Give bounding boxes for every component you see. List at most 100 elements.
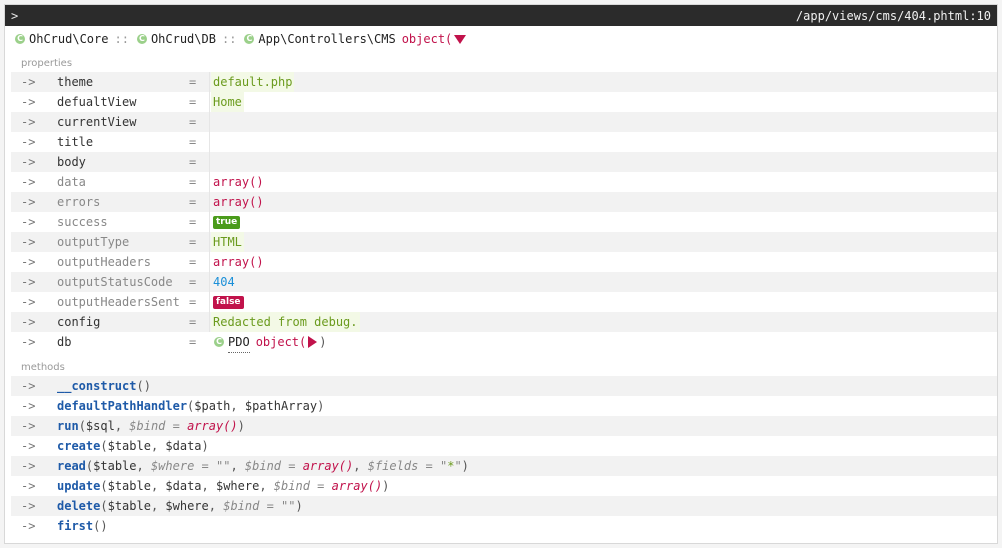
arrow-symbol: ->	[21, 335, 36, 349]
method-name[interactable]: run	[57, 419, 79, 433]
method-signature: ($table, $data, $where, $bind = array())	[100, 479, 389, 493]
default-array: array()	[302, 459, 354, 473]
property-row: -> theme = default.php	[11, 72, 997, 92]
param: $pathArray	[244, 399, 318, 413]
optional-param: $bind =	[129, 419, 188, 433]
comma: ,	[259, 479, 274, 493]
class-icon: C	[15, 34, 25, 44]
close-paren: )	[295, 499, 303, 513]
close-paren: )	[317, 399, 325, 413]
object-label: object(	[255, 335, 307, 349]
comma: ,	[136, 459, 151, 473]
property-key: outputHeadersSent	[57, 295, 180, 309]
property-key: success	[57, 215, 108, 229]
title-toggle[interactable]: >	[11, 9, 18, 23]
param: $path	[194, 399, 231, 413]
default-string: "	[454, 459, 462, 473]
method-row[interactable]: -> read ($table, $where = "", $bind = arra…	[11, 456, 997, 476]
arrow-symbol: ->	[21, 499, 36, 513]
arrow-symbol: ->	[21, 295, 36, 309]
expand-triangle-icon[interactable]	[308, 336, 318, 348]
property-row: -> errors = array()	[11, 192, 997, 212]
arrow-symbol: ->	[21, 235, 36, 249]
method-row[interactable]: -> run($sql, $bind = array())($sql, $bind…	[11, 416, 997, 436]
method-row[interactable]: ->first()()	[11, 516, 997, 536]
class-separator: ::	[114, 32, 129, 46]
close-paren: )	[237, 419, 245, 433]
property-value	[209, 152, 211, 172]
method-signature: ($path, $pathArray)	[187, 399, 324, 413]
arrow-symbol: ->	[21, 95, 36, 109]
comma: ,	[150, 499, 166, 513]
property-row: -> outputType = HTML	[11, 232, 997, 252]
arrow-symbol: ->	[21, 255, 36, 269]
open-paren: (	[136, 379, 144, 393]
arrow-symbol: ->	[21, 315, 36, 329]
method-name[interactable]: delete	[57, 499, 100, 513]
optional-param: $fields =	[367, 459, 440, 473]
method-name[interactable]: defaultPathHandler	[57, 399, 187, 413]
open-paren: (	[78, 419, 86, 433]
property-value	[209, 112, 211, 132]
method-row[interactable]: -> create($table, $data)($table, $data)	[11, 436, 997, 456]
property-value: Redacted from debug.	[209, 312, 360, 332]
equals-sign: =	[189, 275, 197, 289]
optional-param: $bind =	[244, 459, 303, 473]
property-row: -> title =	[11, 132, 997, 152]
arrow-symbol: ->	[21, 115, 36, 129]
method-name[interactable]: update	[57, 479, 100, 493]
collapse-triangle-icon[interactable]	[454, 34, 467, 44]
method-row[interactable]: -> update ($table, $data, $where, $bind = …	[11, 476, 997, 496]
method-row[interactable]: -> delete($table, $where, $bind = "")($ta…	[11, 496, 997, 516]
method-name[interactable]: first	[57, 519, 93, 533]
arrow-symbol: ->	[21, 379, 36, 393]
method-row[interactable]: ->defaultPathHandler($path, $pathArray)(…	[11, 396, 997, 416]
method-signature: ()	[136, 379, 150, 393]
optional-param: $where =	[150, 459, 216, 473]
method-name[interactable]: create	[57, 439, 100, 453]
string-value: Home	[211, 92, 244, 112]
method-name[interactable]: read	[57, 459, 86, 473]
property-row: -> data = array()	[11, 172, 997, 192]
method-signature: ()	[93, 519, 107, 533]
close-paren: )	[201, 439, 209, 453]
comma: ,	[150, 479, 166, 493]
default-string: ""	[215, 459, 231, 473]
property-key: defualtView	[57, 95, 137, 109]
close-paren: )	[143, 379, 151, 393]
property-row: -> defualtView = Home	[11, 92, 997, 112]
arrow-symbol: ->	[21, 75, 36, 89]
comma: ,	[201, 479, 216, 493]
property-key: errors	[57, 195, 101, 209]
property-value: true	[209, 212, 241, 232]
property-key: data	[57, 175, 86, 189]
array-value: array()	[213, 255, 264, 269]
object-class-name[interactable]: PDO	[228, 332, 250, 353]
property-value: Home	[209, 92, 244, 112]
property-row: -> outputHeadersSent = false	[11, 292, 997, 312]
comma: ,	[230, 459, 245, 473]
object-value: C PDO object()	[212, 332, 327, 353]
property-value: 404	[209, 272, 235, 292]
equals-sign: =	[189, 255, 197, 269]
arrow-symbol: ->	[21, 275, 36, 289]
property-row: -> db = C PDO object()	[11, 332, 997, 353]
method-name[interactable]: __construct	[57, 379, 136, 393]
equals-sign: =	[189, 155, 197, 169]
param: $table	[107, 479, 151, 493]
param: $table	[107, 499, 151, 513]
equals-sign: =	[189, 215, 197, 229]
property-row: -> currentView =	[11, 112, 997, 132]
arrow-symbol: ->	[21, 135, 36, 149]
number-value: 404	[213, 275, 235, 289]
method-row[interactable]: -> __construct()()	[11, 376, 997, 396]
property-key: title	[57, 135, 94, 149]
open-paren: (	[100, 439, 108, 453]
equals-sign: =	[189, 175, 197, 189]
arrow-symbol: ->	[21, 155, 36, 169]
equals-sign: =	[189, 195, 197, 209]
property-key: config	[57, 315, 101, 329]
class-chain: C OhCrud\Core :: C OhCrud\DB :: C App\Co…	[5, 26, 997, 52]
properties-list: -> theme = default.php -> defualtView = Home -> c…	[5, 72, 997, 353]
method-signature: ($table, $data)	[100, 439, 208, 453]
